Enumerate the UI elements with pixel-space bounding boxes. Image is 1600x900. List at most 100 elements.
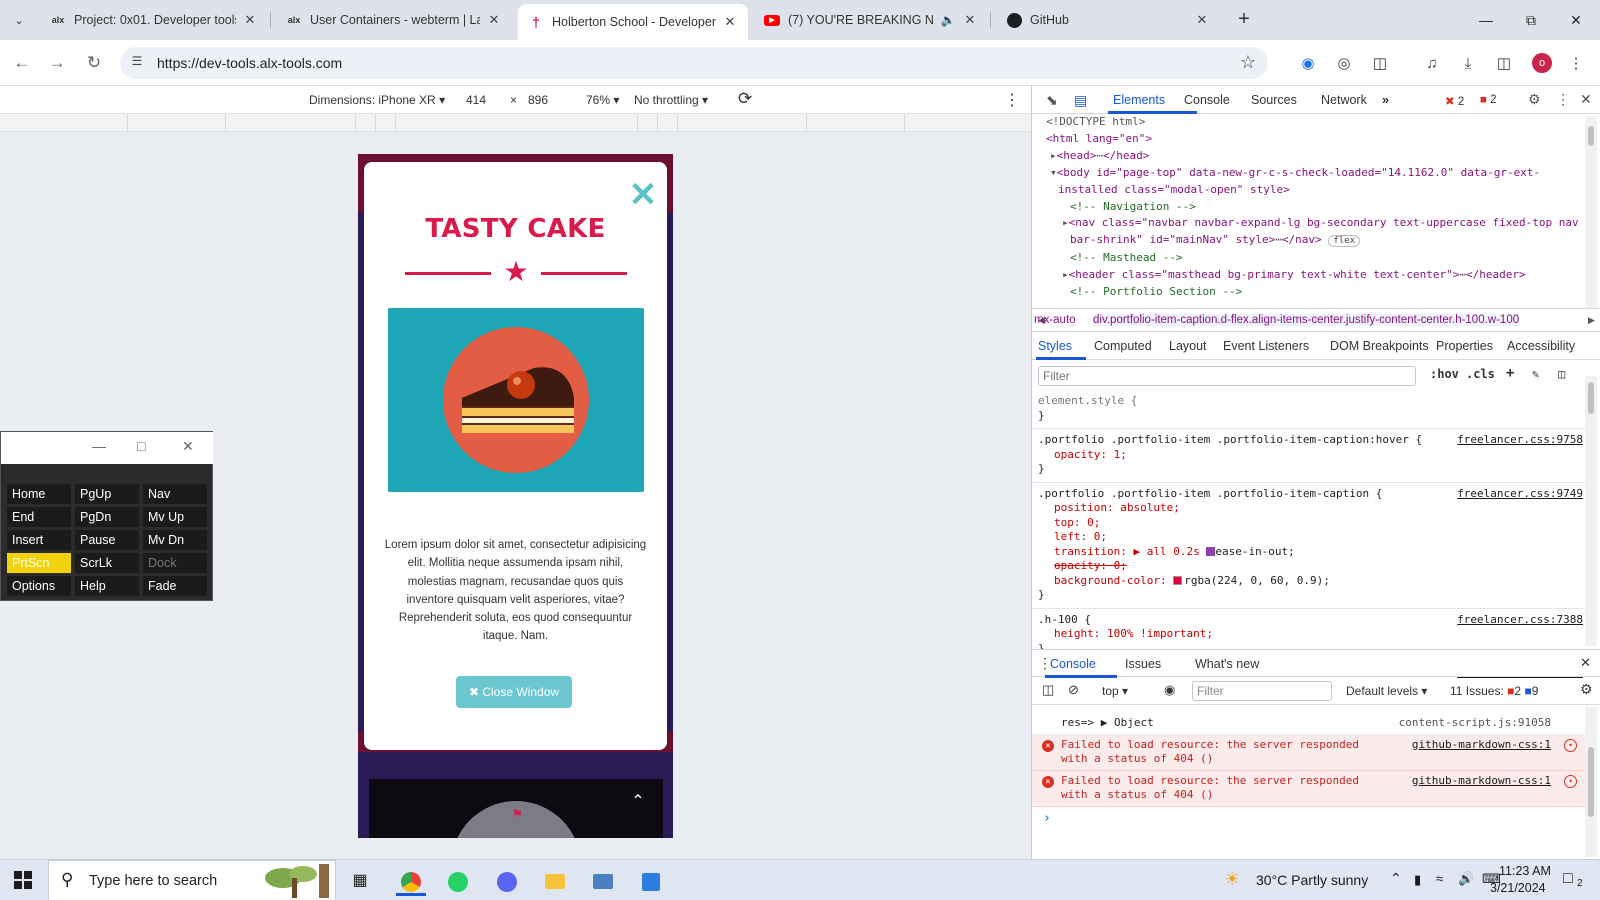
whatsapp-icon[interactable] bbox=[443, 866, 473, 896]
modal-close-icon[interactable]: ✕ bbox=[628, 178, 658, 212]
osk-key-dock[interactable]: Dock bbox=[143, 553, 207, 573]
osk-key[interactable]: End bbox=[7, 507, 71, 527]
error-count-badge[interactable]: ✖ 2 bbox=[1445, 94, 1464, 108]
close-tab-icon[interactable]: ✕ bbox=[242, 12, 258, 28]
rule-declaration[interactable]: opacity: 1; bbox=[1038, 448, 1585, 463]
viewport-width-input[interactable]: 414 bbox=[466, 93, 486, 107]
subtab-dom-breakpoints[interactable]: DOM Breakpoints bbox=[1330, 339, 1429, 353]
photos-app-icon[interactable] bbox=[636, 866, 666, 896]
bookmark-star-icon[interactable]: ☆ bbox=[1240, 52, 1256, 73]
device-toolbar-more-icon[interactable]: ⋮ bbox=[1004, 90, 1020, 110]
live-expression-eye-icon[interactable]: ◉ bbox=[1164, 682, 1175, 698]
color-swatch-icon[interactable] bbox=[1173, 575, 1183, 585]
tab-holberton-developer-tools[interactable]: † Holberton School - Developer t ✕ bbox=[518, 4, 748, 40]
osk-maximize-icon[interactable]: □ bbox=[137, 438, 145, 454]
devtools-menu-kebab-icon[interactable]: ⋮ bbox=[1556, 91, 1570, 108]
rule-element-style[interactable]: element.style { } bbox=[1032, 390, 1585, 429]
dom-header-row[interactable]: ▸<header class="masthead bg-primary text… bbox=[1032, 267, 1600, 284]
subtab-styles[interactable]: Styles bbox=[1038, 339, 1072, 353]
close-tab-icon[interactable]: ✕ bbox=[1194, 12, 1210, 28]
battery-icon[interactable]: ▮ bbox=[1414, 872, 1421, 888]
context-dropdown[interactable]: top ▾ bbox=[1102, 684, 1128, 698]
dom-tree-scrollbar[interactable] bbox=[1585, 116, 1597, 308]
osk-key[interactable]: ScrLk bbox=[75, 553, 139, 573]
dom-tree[interactable]: <!DOCTYPE html> <html lang="en"> ▸<head>… bbox=[1032, 114, 1600, 308]
scroll-to-top-button[interactable]: ⌃ bbox=[616, 782, 660, 822]
rule-declaration-bg[interactable]: background-color: rgba(224, 0, 60, 0.9); bbox=[1038, 574, 1585, 589]
tray-overflow-chevron-icon[interactable]: ⌃ bbox=[1390, 870, 1402, 887]
console-log-source[interactable]: content-script.js:91058 bbox=[1399, 716, 1551, 731]
dom-comment-navigation[interactable]: <!-- Navigation --> bbox=[1032, 199, 1600, 216]
subtab-properties[interactable]: Properties bbox=[1436, 339, 1493, 353]
side-panel-icon[interactable]: ◫ bbox=[1494, 54, 1514, 74]
rule-source-link[interactable]: freelancer.css:9749 bbox=[1457, 487, 1583, 502]
drawer-tab-console[interactable]: Console bbox=[1050, 657, 1096, 671]
remote-desktop-icon[interactable] bbox=[588, 866, 618, 896]
tab-elements[interactable]: Elements bbox=[1113, 93, 1165, 107]
rule-source-link[interactable]: freelancer.css:9758 bbox=[1457, 433, 1583, 448]
wifi-icon[interactable]: ≈ bbox=[1436, 871, 1443, 886]
rule-declaration[interactable]: position: absolute; bbox=[1038, 501, 1585, 516]
dom-nav-row[interactable]: ▸<nav class="navbar navbar-expand-lg bg-… bbox=[1032, 215, 1600, 232]
osk-key[interactable]: PgDn bbox=[75, 507, 139, 527]
issues-count-badge[interactable]: ■ 2 bbox=[1480, 94, 1497, 106]
osk-key[interactable]: Fade bbox=[143, 576, 207, 596]
cls-toggle[interactable]: .cls bbox=[1466, 367, 1495, 381]
osk-key[interactable]: Pause bbox=[75, 530, 139, 550]
breadcrumb-right-icon[interactable]: ▶ bbox=[1588, 315, 1595, 326]
media-controls-icon[interactable]: ♫ bbox=[1422, 54, 1442, 74]
error-source-link[interactable]: github-markdown-css:1 bbox=[1412, 738, 1551, 753]
flex-badge[interactable]: flex bbox=[1328, 235, 1360, 248]
device-toggle-icon[interactable]: ▤ bbox=[1074, 92, 1087, 109]
tab-search-chevron-icon[interactable]: ⌄ bbox=[6, 8, 32, 32]
close-tab-icon[interactable]: ✕ bbox=[962, 12, 978, 28]
tab-github[interactable]: GitHub ✕ bbox=[996, 4, 1220, 36]
browser-menu-kebab-icon[interactable]: ⋮ bbox=[1566, 54, 1586, 74]
address-bar[interactable]: ☰ https://dev-tools.alx-tools.com ☆ bbox=[120, 47, 1268, 79]
tab-network[interactable]: Network bbox=[1321, 93, 1367, 107]
extensions-puzzle-icon[interactable]: ◫ bbox=[1370, 54, 1390, 74]
rule-declaration-transition[interactable]: transition: ▶ all 0.2s ease-in-out; bbox=[1038, 545, 1585, 560]
osk-key-prtscn[interactable]: PrtScn bbox=[7, 553, 71, 573]
clock-time[interactable]: 11:23 AM bbox=[1499, 864, 1551, 878]
breadcrumb-portfolio-caption[interactable]: div.portfolio-item-caption.d-flex.align-… bbox=[1093, 314, 1520, 326]
settings-gear-icon[interactable]: ⚙ bbox=[1528, 91, 1541, 108]
back-arrow-icon[interactable]: ← bbox=[10, 52, 34, 76]
rule-caption[interactable]: .portfolio .portfolio-item .portfolio-it… bbox=[1032, 483, 1585, 609]
dom-nav-row2[interactable]: bar-shrink" id="mainNav" style>⋯</nav> f… bbox=[1032, 232, 1600, 250]
close-drawer-icon[interactable]: ✕ bbox=[1580, 655, 1591, 671]
styles-rules-pane[interactable]: element.style { } .portfolio .portfolio-… bbox=[1032, 390, 1585, 688]
extension-grey-icon[interactable]: ◎ bbox=[1334, 54, 1354, 74]
dom-html[interactable]: <html lang="en"> bbox=[1032, 131, 1600, 148]
rule-declaration[interactable]: height: 100% !important; bbox=[1038, 627, 1585, 642]
toggle-sidebar-icon[interactable]: ◫ bbox=[1558, 367, 1565, 381]
rotate-device-icon[interactable]: ⟳ bbox=[738, 89, 752, 109]
more-tabs-chevron-icon[interactable]: » bbox=[1382, 93, 1389, 107]
easing-swatch-icon[interactable] bbox=[1206, 546, 1216, 556]
dom-doctype[interactable]: <!DOCTYPE html> bbox=[1032, 114, 1600, 131]
breadcrumb-mx-auto[interactable]: mx-auto bbox=[1032, 314, 1076, 326]
reload-icon[interactable]: ↻ bbox=[82, 52, 106, 76]
console-log-row[interactable]: res=> ▶ Object content-script.js:91058 bbox=[1032, 713, 1585, 735]
osk-minimize-icon[interactable]: — bbox=[92, 438, 106, 454]
console-output[interactable]: res=> ▶ Object content-script.js:91058 ✕… bbox=[1032, 705, 1585, 859]
site-info-tune-icon[interactable]: ☰ bbox=[128, 54, 146, 72]
clear-console-icon[interactable]: ⊘ bbox=[1068, 682, 1079, 698]
tab-project-developer-tools[interactable]: alx Project: 0x01. Developer tools | ✕ bbox=[40, 4, 268, 36]
weather-text[interactable]: 30°C Partly sunny bbox=[1256, 872, 1368, 888]
new-tab-plus-icon[interactable]: + bbox=[1232, 8, 1256, 32]
weather-sun-icon[interactable]: ☀ bbox=[1224, 869, 1240, 890]
restore-window-icon[interactable]: ⧉ bbox=[1511, 6, 1551, 34]
rule-declaration[interactable]: left: 0; bbox=[1038, 530, 1585, 545]
osk-key[interactable]: Mv Dn bbox=[143, 530, 207, 550]
speaker-icon[interactable]: 🔈 bbox=[940, 13, 956, 27]
paint-brush-icon[interactable]: ✎ bbox=[1532, 367, 1539, 381]
throttling-dropdown[interactable]: No throttling ▾ bbox=[634, 93, 708, 107]
osk-key[interactable]: Options bbox=[7, 576, 71, 596]
osk-key[interactable]: Help bbox=[75, 576, 139, 596]
download-icon[interactable]: ⤓ bbox=[1458, 54, 1478, 74]
close-tab-icon[interactable]: ✕ bbox=[722, 14, 738, 30]
close-tab-icon[interactable]: ✕ bbox=[486, 12, 502, 28]
osk-key[interactable]: PgUp bbox=[75, 484, 139, 504]
profile-avatar[interactable]: o bbox=[1532, 53, 1552, 73]
